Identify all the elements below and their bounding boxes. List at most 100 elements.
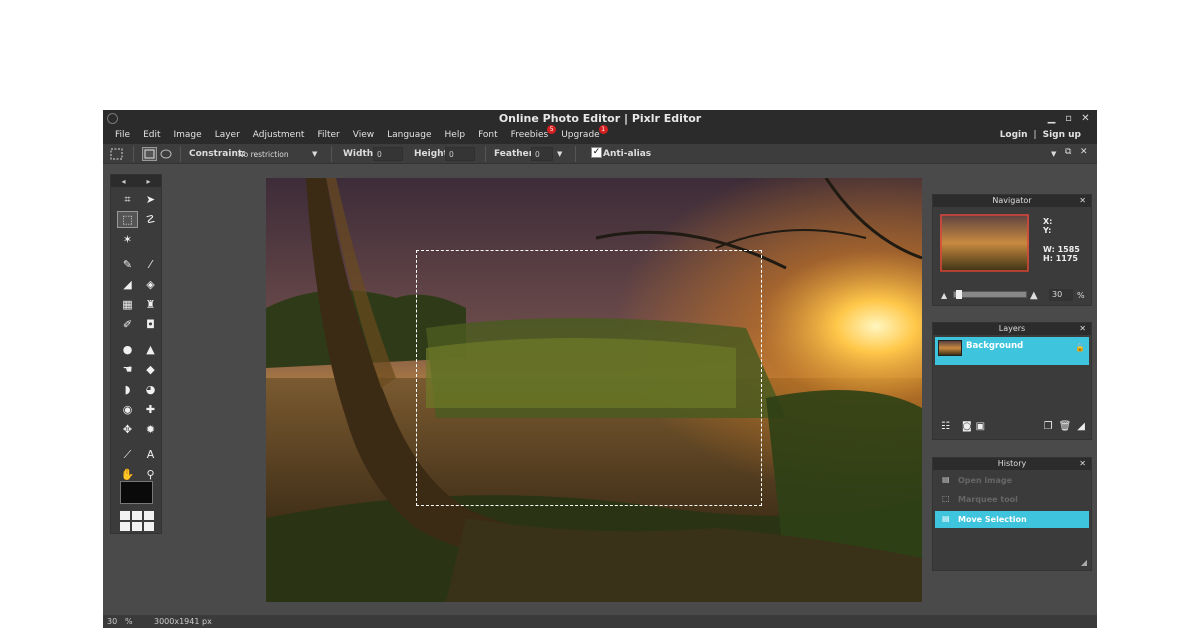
layer-label: Background [966, 341, 1024, 351]
brush-tool-icon[interactable]: ⁄ [140, 256, 161, 273]
feather-field[interactable]: 0 [531, 147, 553, 161]
antialias-checkbox[interactable]: ✓ [591, 147, 602, 158]
bucket-tool-icon[interactable]: ◈ [140, 276, 161, 293]
antialias-label: Anti-alias [603, 149, 652, 159]
zoom-out-icon[interactable]: ▲ [941, 291, 947, 300]
layers-panel: Layers ✕ Background 🔒 ☷ ◙ ▣ ❐ 🗑 ◢ [932, 322, 1092, 440]
image-canvas[interactable] [266, 178, 922, 602]
feather-dropdown-icon[interactable]: ▼ [557, 150, 562, 158]
zoom-slider-thumb[interactable] [956, 290, 963, 299]
move-tool-icon[interactable]: ➤ [140, 191, 161, 208]
eraser-tool-icon[interactable]: ◢ [117, 276, 138, 293]
resize-grip-icon[interactable]: ◢ [1077, 421, 1085, 432]
layer-mask-icon[interactable]: ◙ [962, 421, 972, 432]
signup-link[interactable]: Sign up [1043, 130, 1081, 140]
duplicate-layer-icon[interactable]: ❐ [1044, 421, 1053, 432]
close-icon[interactable]: ✕ [1080, 147, 1088, 157]
history-item-active[interactable]: ▤ Move Selection [935, 511, 1089, 528]
width-field[interactable]: 0 [373, 147, 403, 161]
color-replace-tool-icon[interactable]: ✐ [117, 316, 138, 333]
redeye-tool-icon[interactable]: ◉ [117, 401, 138, 418]
blur-tool-icon[interactable]: ● [117, 341, 138, 358]
pixlr-editor-window: Online Photo Editor | Pixlr Editor ▁ ▫ ✕… [103, 110, 1097, 628]
menu-help[interactable]: Help [445, 130, 466, 140]
options-bar: Constraint: No restriction ▼ Width: 0 He… [103, 144, 1097, 164]
navigator-close-icon[interactable]: ✕ [1079, 195, 1086, 207]
menu-edit[interactable]: Edit [143, 130, 160, 140]
view-grid-icon[interactable] [120, 511, 154, 531]
menu-freebies[interactable]: Freebies 5 [511, 125, 557, 140]
pinch-tool-icon[interactable]: ✹ [140, 421, 161, 438]
bloat-tool-icon[interactable]: ✥ [117, 421, 138, 438]
status-zoom-field[interactable]: 30 [107, 617, 117, 626]
eyedropper-tool-icon[interactable]: ⟋ [117, 446, 138, 463]
zoom-slider[interactable] [953, 290, 1027, 299]
history-icon: ▤ [942, 514, 950, 523]
nav-w-value: 1585 [1057, 245, 1080, 254]
layer-thumbnail [938, 340, 962, 356]
rect-shape-icon[interactable] [142, 147, 157, 161]
history-item[interactable]: ⬚ Marquee tool [935, 492, 1089, 508]
image-dimensions: 3000x1941 px [154, 617, 212, 626]
sponge-tool-icon[interactable]: ◆ [140, 361, 161, 378]
constraint-select[interactable]: No restriction [238, 150, 289, 159]
nav-y-label: Y: [1043, 226, 1052, 235]
marquee-icon[interactable] [110, 148, 123, 160]
wand-tool-icon[interactable]: ✶ [117, 231, 138, 248]
toolbox: ◂ ▸ ⌗ ➤ ⬚ ☡ ✶ ✎ ⁄ ◢ ◈ ▦ ♜ ✐ ◘ ● ▲ ☚ ◆ ◗ ◕ ◉ ✚ ✥ ✹ ⟋ A ✋ ⚲ [110, 174, 162, 534]
toolbox-prev-icon[interactable]: ◂ [121, 177, 125, 186]
smudge-tool-icon[interactable]: ☚ [117, 361, 138, 378]
text-tool-icon[interactable]: A [140, 446, 161, 463]
landscape-image [266, 178, 922, 602]
chevron-down-icon[interactable]: ▼ [312, 150, 317, 158]
gradient-tool-icon[interactable]: ▦ [117, 296, 138, 313]
menu-image[interactable]: Image [174, 130, 202, 140]
delete-layer-icon[interactable]: 🗑 [1059, 421, 1072, 432]
close-button[interactable]: ✕ [1078, 111, 1093, 126]
layer-row-background[interactable]: Background 🔒 [935, 337, 1089, 365]
zoom-in-icon[interactable]: ▲ [1030, 290, 1038, 301]
nav-h-label: H: [1043, 254, 1053, 263]
sharpen-tool-icon[interactable]: ▲ [140, 341, 161, 358]
login-link[interactable]: Login [1000, 130, 1028, 140]
dodge-tool-icon[interactable]: ◕ [140, 381, 161, 398]
menu-file[interactable]: File [115, 130, 130, 140]
burn-tool-icon[interactable]: ◗ [117, 381, 138, 398]
history-item[interactable]: ▤ Open image [935, 473, 1089, 489]
spot-heal-tool-icon[interactable]: ✚ [140, 401, 161, 418]
tool-divider [117, 251, 161, 253]
tool-divider [117, 441, 161, 443]
marquee-tool-icon[interactable]: ⬚ [117, 211, 138, 228]
ellipse-shape-icon[interactable] [160, 148, 172, 160]
crop-tool-icon[interactable]: ⌗ [117, 191, 138, 208]
menu-view[interactable]: View [353, 130, 374, 140]
foreground-color-swatch[interactable] [120, 481, 153, 504]
zoom-field[interactable]: 30 [1049, 289, 1073, 301]
maximize-button[interactable]: ▫ [1061, 111, 1076, 126]
empty [140, 231, 161, 248]
menu-filter[interactable]: Filter [317, 130, 339, 140]
layer-settings-icon[interactable]: ☷ [941, 421, 950, 432]
history-close-icon[interactable]: ✕ [1079, 458, 1086, 470]
stamp-tool-icon[interactable]: ♜ [140, 296, 161, 313]
height-field[interactable]: 0 [445, 147, 475, 161]
tool-divider [117, 336, 161, 338]
minimize-button[interactable]: ▁ [1044, 111, 1059, 126]
width-label: Width: [343, 149, 377, 159]
lasso-tool-icon[interactable]: ☡ [140, 211, 161, 228]
menu-adjustment[interactable]: Adjustment [253, 130, 305, 140]
menu-upgrade[interactable]: Upgrade 1 [561, 125, 608, 140]
menu-language[interactable]: Language [387, 130, 431, 140]
menu-font[interactable]: Font [478, 130, 498, 140]
restore-icon[interactable]: ⧉ [1065, 147, 1071, 157]
new-layer-icon[interactable]: ▣ [976, 421, 985, 432]
layers-close-icon[interactable]: ✕ [1079, 323, 1086, 335]
pencil-tool-icon[interactable]: ✎ [117, 256, 138, 273]
panel-collapse-icon[interactable]: ▼ [1051, 150, 1056, 158]
menu-layer[interactable]: Layer [215, 130, 240, 140]
drawing-tool-icon[interactable]: ◘ [140, 316, 161, 333]
freebies-badge: 5 [547, 125, 557, 134]
resize-grip-icon[interactable]: ◢ [1081, 558, 1087, 567]
navigator-thumbnail[interactable] [940, 214, 1029, 272]
toolbox-next-icon[interactable]: ▸ [146, 177, 150, 186]
